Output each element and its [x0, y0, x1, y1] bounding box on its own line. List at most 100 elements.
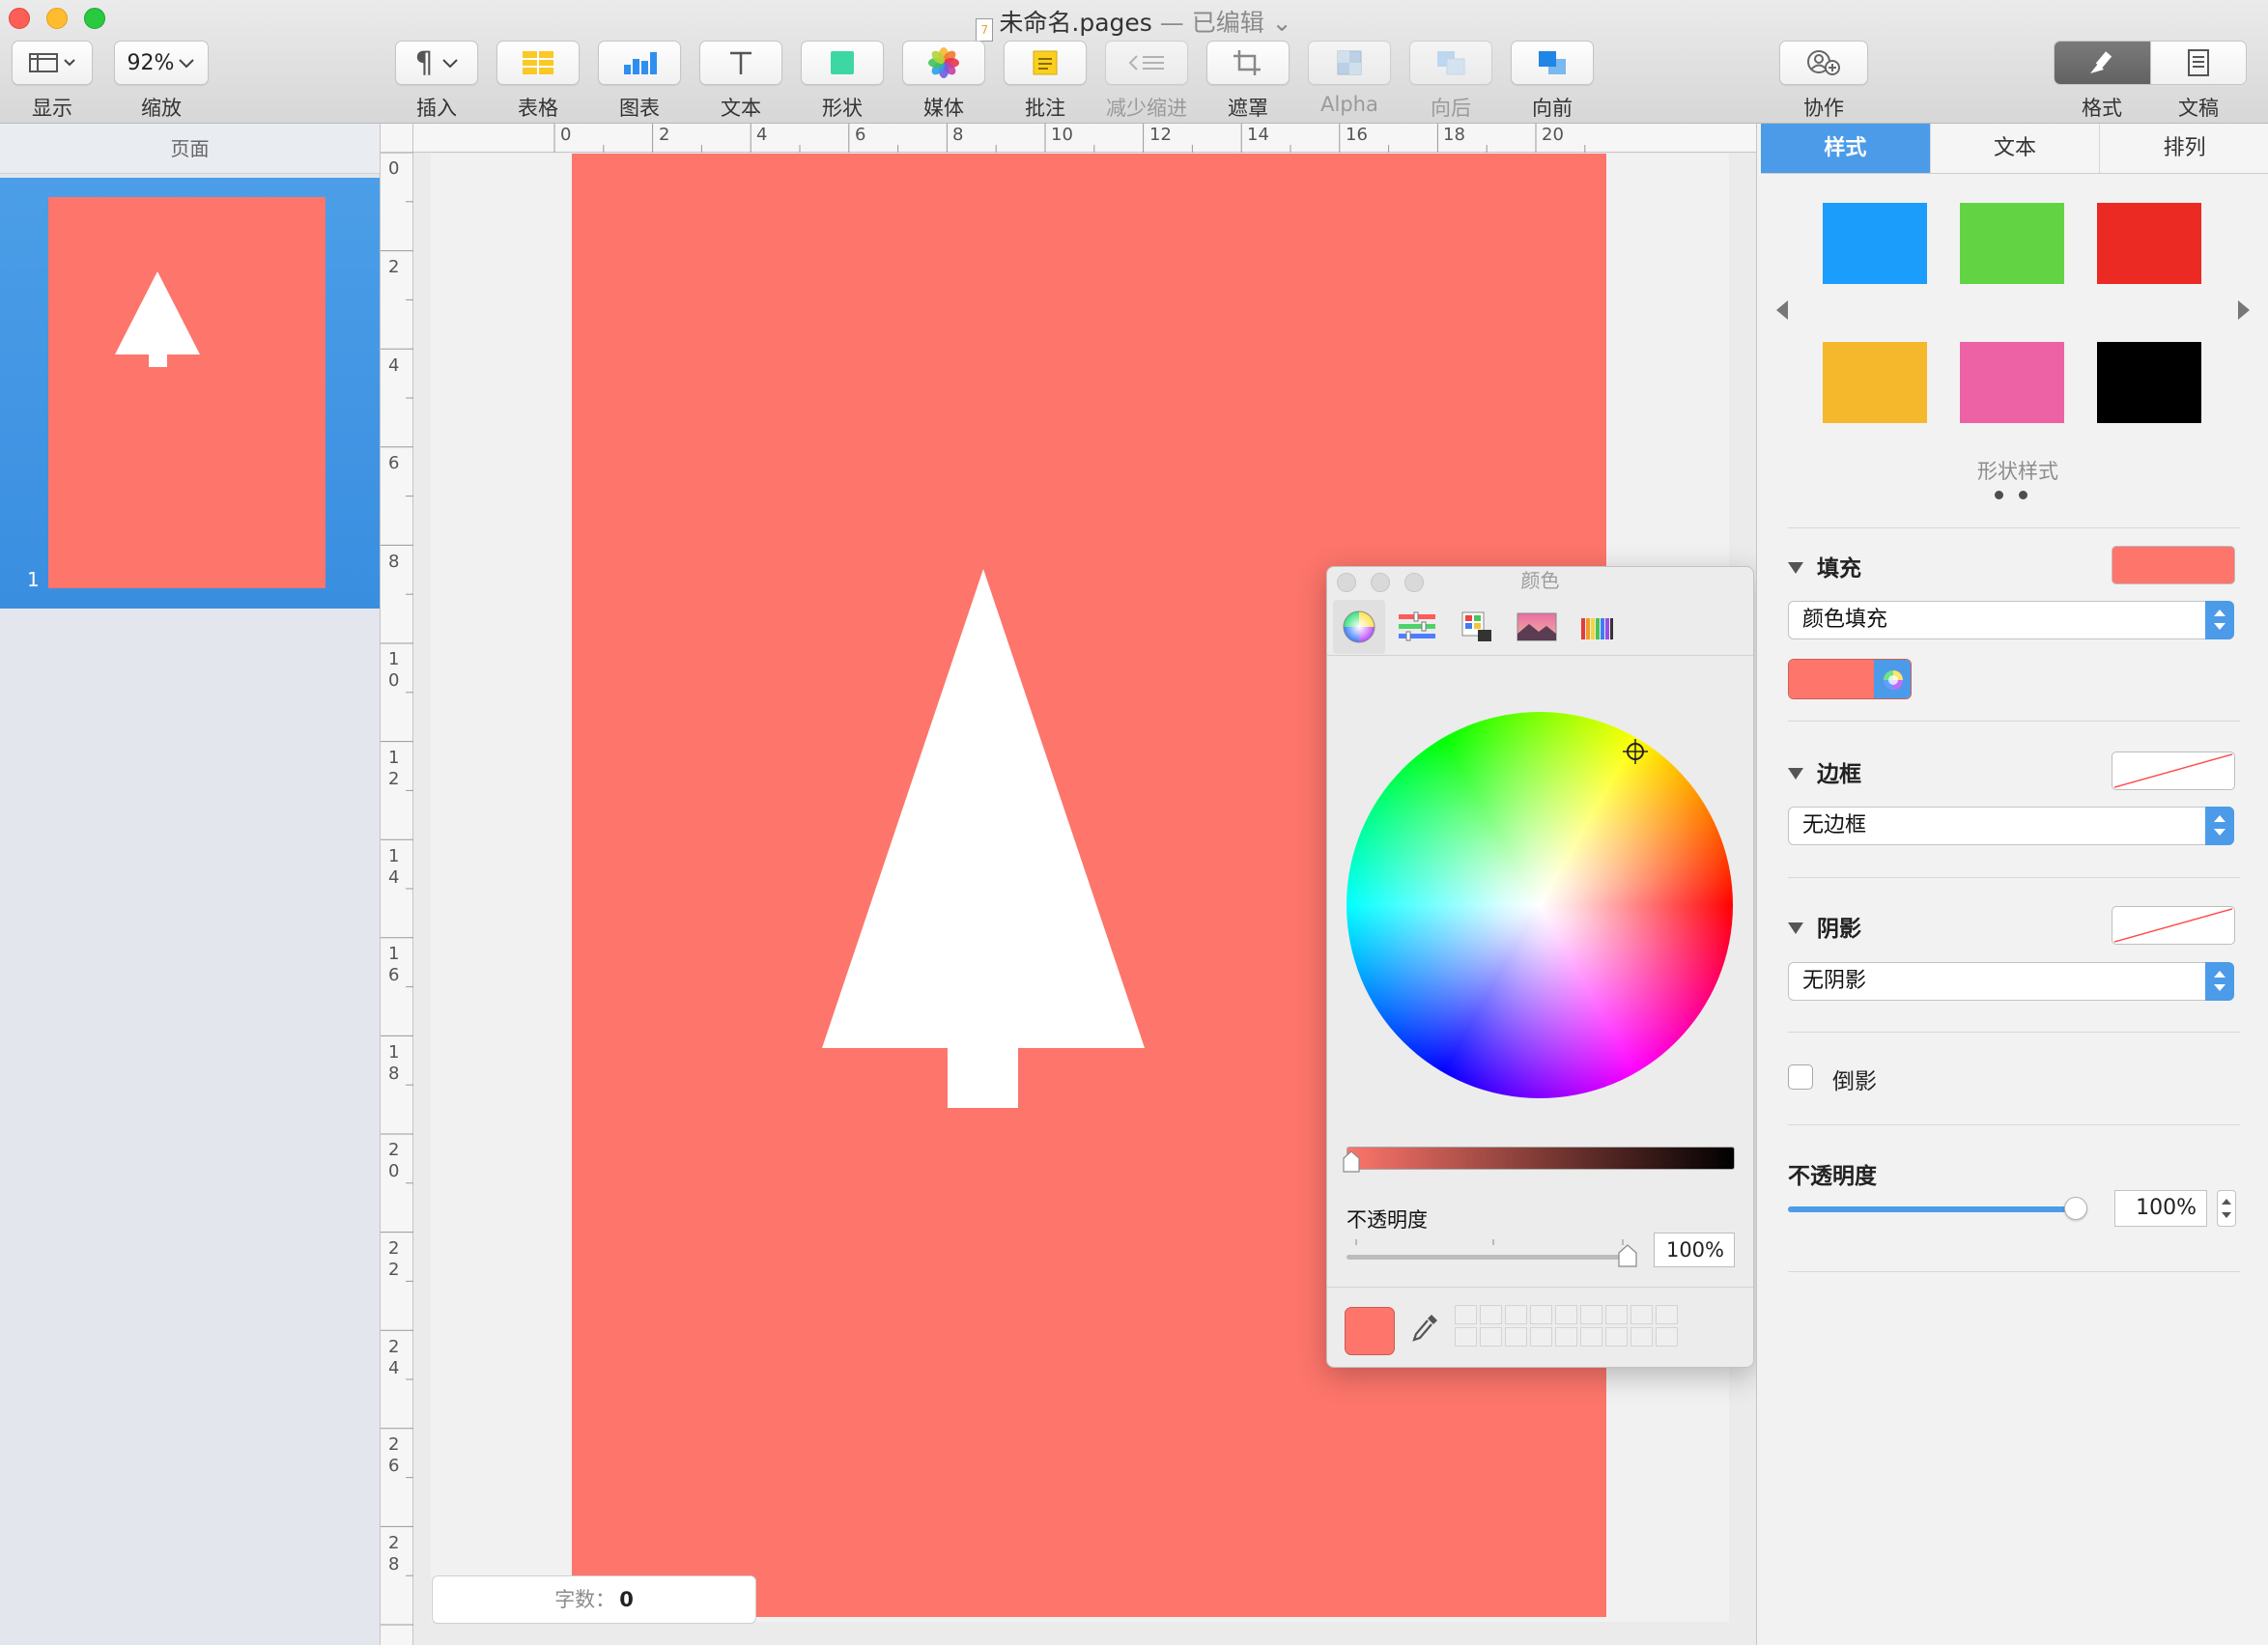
- color-palettes-mode[interactable]: [1451, 600, 1503, 654]
- shape-style-yellow[interactable]: [1823, 342, 1927, 423]
- decrease-indent-button[interactable]: [1105, 41, 1188, 85]
- ruler-v-label: 8: [388, 552, 400, 572]
- open-color-wheel-button[interactable]: [1874, 660, 1911, 698]
- shadow-type-select[interactable]: 无阴影: [1788, 962, 2234, 1001]
- page-thumbnail[interactable]: [48, 197, 326, 588]
- mask-button[interactable]: [1206, 41, 1290, 85]
- document-button[interactable]: [2149, 42, 2246, 84]
- divider: [1788, 721, 2240, 722]
- alpha-label: Alpha: [1320, 93, 1378, 116]
- border-color-well-none[interactable]: [2112, 752, 2235, 790]
- tab-style[interactable]: 样式: [1761, 124, 1930, 173]
- opacity-slider-knob[interactable]: [2064, 1197, 2087, 1220]
- reflection-checkbox[interactable]: [1788, 1064, 1813, 1090]
- shadow-section-header[interactable]: 阴影: [1788, 910, 1861, 943]
- color-well-empty[interactable]: [1530, 1305, 1552, 1324]
- crosshair-icon[interactable]: [1623, 739, 1648, 764]
- collaborate-button[interactable]: [1779, 41, 1868, 85]
- format-button[interactable]: [2055, 42, 2150, 84]
- fill-type-select[interactable]: 颜色填充: [1788, 601, 2234, 639]
- fill-color-well[interactable]: [2112, 546, 2235, 584]
- color-well-empty[interactable]: [1480, 1305, 1502, 1324]
- color-well-empty[interactable]: [1580, 1327, 1602, 1347]
- chart-button[interactable]: [598, 41, 681, 85]
- send-backward-tool: 向后: [1409, 41, 1492, 122]
- media-button[interactable]: [902, 41, 985, 85]
- color-well-empty[interactable]: [1555, 1327, 1577, 1347]
- chart-label: 图表: [619, 97, 660, 120]
- ruler-h-label: 2: [659, 125, 670, 145]
- send-backward-icon: [1437, 51, 1465, 75]
- colors-opacity-input[interactable]: 100%: [1654, 1233, 1735, 1267]
- eyedropper-icon[interactable]: [1408, 1311, 1441, 1346]
- color-sliders-mode[interactable]: [1391, 600, 1443, 654]
- alpha-button[interactable]: [1308, 41, 1391, 85]
- color-well-empty[interactable]: [1580, 1305, 1602, 1324]
- text-box-button[interactable]: [699, 41, 782, 85]
- zoom-select[interactable]: 92%: [114, 41, 209, 85]
- image-palettes-mode[interactable]: [1511, 600, 1563, 654]
- colors-opacity-slider-knob[interactable]: [1617, 1243, 1638, 1268]
- divider: [1788, 1271, 2240, 1272]
- pencils-mode[interactable]: [1571, 600, 1623, 654]
- brightness-slider[interactable]: [1347, 1147, 1735, 1170]
- previous-styles-arrow-icon[interactable]: [1776, 300, 1788, 320]
- color-wheel-mode[interactable]: [1333, 600, 1385, 654]
- disclosure-triangle-icon: [1788, 922, 1803, 934]
- page-dot[interactable]: [2019, 491, 2027, 499]
- color-well-empty[interactable]: [1605, 1327, 1628, 1347]
- word-count-indicator[interactable]: 字数： 0: [432, 1575, 756, 1624]
- current-color-swatch[interactable]: [1345, 1307, 1395, 1355]
- color-well-empty[interactable]: [1630, 1327, 1653, 1347]
- opacity-input[interactable]: 100%: [2114, 1190, 2207, 1227]
- image-palette-icon: [1517, 612, 1557, 641]
- view-button[interactable]: [12, 41, 93, 85]
- shadow-color-well-none[interactable]: [2112, 906, 2235, 945]
- shape-style-black[interactable]: [2097, 342, 2201, 423]
- color-well-empty[interactable]: [1656, 1327, 1678, 1347]
- color-well-empty[interactable]: [1656, 1305, 1678, 1324]
- opacity-slider[interactable]: [1788, 1206, 2074, 1212]
- table-button[interactable]: [496, 41, 580, 85]
- color-well-empty[interactable]: [1480, 1327, 1502, 1347]
- color-well-empty[interactable]: [1530, 1327, 1552, 1347]
- table-tool: 表格: [496, 41, 580, 122]
- ruler-h-label: 0: [560, 125, 572, 145]
- opacity-stepper[interactable]: [2217, 1190, 2236, 1227]
- color-well-empty[interactable]: [1455, 1327, 1477, 1347]
- page-thumbnail-row[interactable]: 1: [0, 178, 380, 609]
- shape-style-red[interactable]: [2097, 203, 2201, 284]
- toolbar: 7 未命名.pages — 已编辑 ⌄ 显示 92% 缩放 ¶ 插入 表格 图表…: [0, 0, 2268, 124]
- color-well-empty[interactable]: [1505, 1305, 1527, 1324]
- fill-color-swatch[interactable]: [1789, 660, 1874, 698]
- chevron-down-icon[interactable]: ⌄: [1272, 9, 1292, 37]
- page-thumbnails-sidebar: 页面 1: [0, 124, 381, 1645]
- color-well-empty[interactable]: [1455, 1305, 1477, 1324]
- border-section-header[interactable]: 边框: [1788, 755, 1861, 788]
- tab-arrange[interactable]: 排列: [2099, 124, 2268, 173]
- send-backward-button[interactable]: [1409, 41, 1492, 85]
- color-well-empty[interactable]: [1555, 1305, 1577, 1324]
- decrease-indent-tool: 减少缩进: [1105, 41, 1188, 122]
- color-well-empty[interactable]: [1630, 1305, 1653, 1324]
- color-well-empty[interactable]: [1605, 1305, 1628, 1324]
- tab-text[interactable]: 文本: [1929, 124, 2100, 173]
- border-type-select[interactable]: 无边框: [1788, 807, 2234, 845]
- comment-button[interactable]: [1004, 41, 1087, 85]
- next-styles-arrow-icon[interactable]: [2238, 300, 2250, 320]
- bring-forward-button[interactable]: [1511, 41, 1594, 85]
- shape-style-blue[interactable]: [1823, 203, 1927, 284]
- shape-style-green[interactable]: [1960, 203, 2064, 284]
- colors-opacity-slider[interactable]: [1347, 1255, 1627, 1260]
- color-well-empty[interactable]: [1505, 1327, 1527, 1347]
- page-dot-active[interactable]: [1995, 491, 2003, 499]
- brightness-slider-knob[interactable]: [1342, 1150, 1361, 1174]
- fill-section-header[interactable]: 填充: [1788, 550, 1861, 582]
- vertical-ruler[interactable]: 0 2 4 6 8 1 0 1 2 1 4 1 6 1 8 2 0 2 2 2 …: [381, 153, 413, 1645]
- shape-button[interactable]: [801, 41, 884, 85]
- collaborate-label: 协作: [1803, 97, 1844, 120]
- horizontal-ruler[interactable]: 0 2 4 6 8 10 12 14 16 18 20: [413, 124, 1756, 153]
- shape-style-pink[interactable]: [1960, 342, 2064, 423]
- insert-button[interactable]: ¶: [395, 41, 478, 85]
- color-wheel[interactable]: [1347, 712, 1733, 1098]
